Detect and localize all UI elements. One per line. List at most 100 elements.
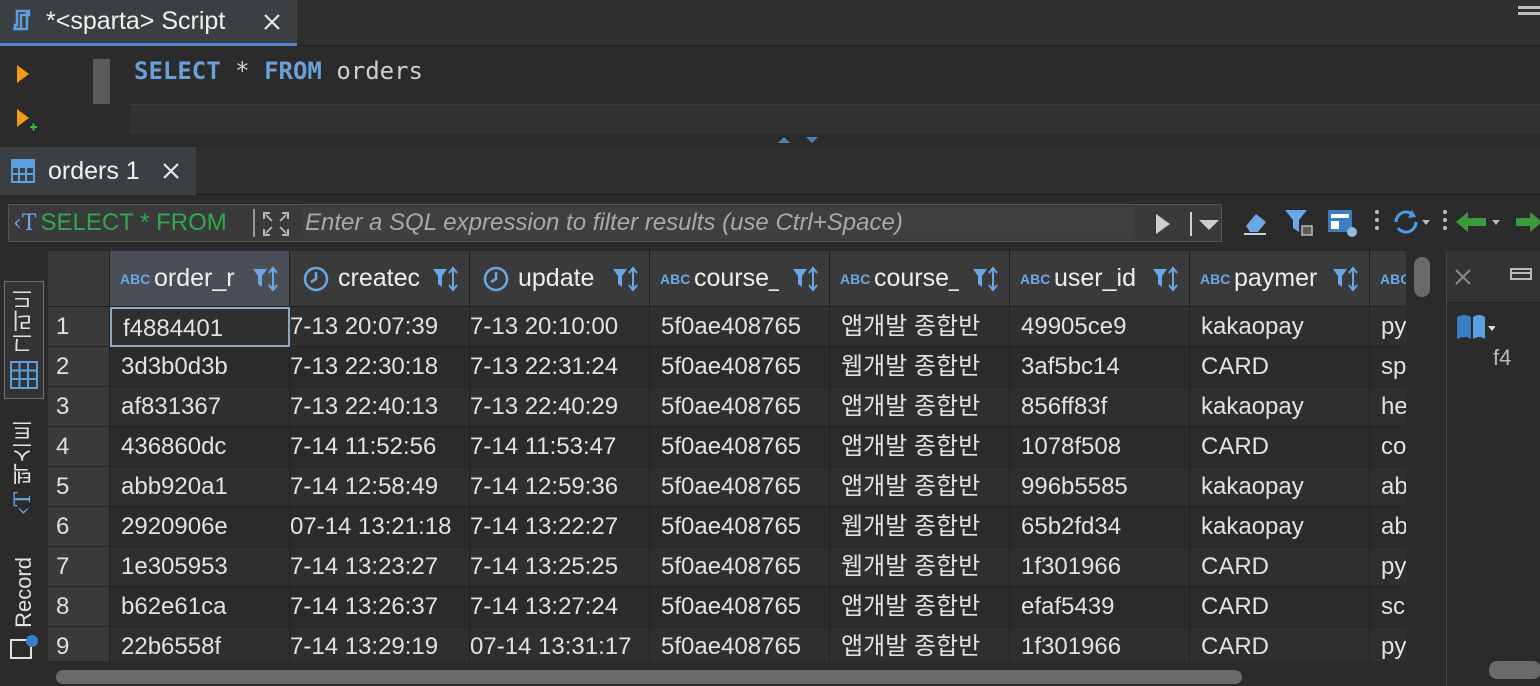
splitter-toggle-icon[interactable] bbox=[776, 135, 822, 145]
updated-at-cell[interactable]: 7-14 12:59:36 bbox=[470, 467, 650, 507]
payment-method-cell[interactable]: CARD bbox=[1190, 587, 1370, 627]
extra-column-cell[interactable]: sc bbox=[1370, 587, 1406, 627]
course-title-cell[interactable]: 앱개발 종합반 bbox=[830, 387, 1010, 427]
back-arrow-icon[interactable] bbox=[1454, 206, 1506, 238]
execute-statement-icon[interactable] bbox=[14, 62, 34, 86]
scrollbar-thumb[interactable] bbox=[1414, 257, 1430, 297]
order-id-cell[interactable]: 3d3b0d3b bbox=[110, 347, 290, 387]
course-title-cell[interactable]: 앱개발 종합반 bbox=[830, 587, 1010, 627]
course-id-cell[interactable]: 5f0ae408765 bbox=[650, 427, 830, 467]
row-number[interactable]: 1 bbox=[48, 307, 110, 347]
order-id-cell[interactable]: 436860dc bbox=[110, 427, 290, 467]
updated-at-cell[interactable]: 7-14 13:27:24 bbox=[470, 587, 650, 627]
order-id-cell[interactable]: abb920a1 bbox=[110, 467, 290, 507]
column-header[interactable]: ABC bbox=[1370, 251, 1406, 307]
column-header[interactable]: ABC user_id bbox=[1010, 251, 1190, 307]
row-number[interactable]: 8 bbox=[48, 587, 110, 627]
payment-method-cell[interactable]: CARD bbox=[1190, 627, 1370, 661]
payment-method-cell[interactable]: kakaopay bbox=[1190, 387, 1370, 427]
created-at-cell[interactable]: 7-14 11:52:56 bbox=[290, 427, 470, 467]
column-header[interactable]: ABC order_r bbox=[110, 251, 290, 307]
extra-column-cell[interactable]: he bbox=[1370, 387, 1406, 427]
extra-column-cell[interactable]: ab bbox=[1370, 507, 1406, 547]
user-id-cell[interactable]: 856ff83f bbox=[1010, 387, 1190, 427]
user-id-cell[interactable]: efaf5439 bbox=[1010, 587, 1190, 627]
filter-sort-icon[interactable] bbox=[971, 265, 1001, 293]
filter-sort-icon[interactable] bbox=[1331, 265, 1361, 293]
sql-statement[interactable]: SELECT * FROM orders bbox=[134, 57, 423, 85]
created-at-cell[interactable]: 7-13 22:40:13 bbox=[290, 387, 470, 427]
filter-settings-icon[interactable] bbox=[1282, 206, 1314, 238]
extra-column-cell[interactable]: py bbox=[1370, 627, 1406, 661]
user-id-cell[interactable]: 1f301966 bbox=[1010, 627, 1190, 661]
created-at-cell[interactable]: 7-14 13:26:37 bbox=[290, 587, 470, 627]
extra-column-cell[interactable]: ab bbox=[1370, 467, 1406, 507]
results-tab-orders[interactable]: orders 1 bbox=[0, 147, 196, 195]
course-title-cell[interactable]: 웹개발 종합반 bbox=[830, 547, 1010, 587]
order-id-cell[interactable]: 2920906e bbox=[110, 507, 290, 547]
order-id-cell[interactable]: f4884401 bbox=[110, 307, 290, 347]
course-title-cell[interactable]: 앱개발 종합반 bbox=[830, 627, 1010, 661]
course-id-cell[interactable]: 5f0ae408765 bbox=[650, 387, 830, 427]
column-header[interactable]: createc bbox=[290, 251, 470, 307]
book-icon[interactable] bbox=[1455, 313, 1495, 343]
column-header[interactable]: update bbox=[470, 251, 650, 307]
course-id-cell[interactable]: 5f0ae408765 bbox=[650, 547, 830, 587]
extra-column-cell[interactable]: py bbox=[1370, 547, 1406, 587]
tab-record[interactable]: Record bbox=[4, 557, 44, 686]
row-number[interactable]: 2 bbox=[48, 347, 110, 387]
course-id-cell[interactable]: 5f0ae408765 bbox=[650, 627, 830, 661]
created-at-cell[interactable]: 7-14 13:29:19 bbox=[290, 627, 470, 661]
updated-at-cell[interactable]: 07-14 13:31:17 bbox=[470, 627, 650, 661]
row-number[interactable]: 7 bbox=[48, 547, 110, 587]
course-id-cell[interactable]: 5f0ae408765 bbox=[650, 307, 830, 347]
close-icon[interactable] bbox=[160, 160, 182, 182]
course-id-cell[interactable]: 5f0ae408765 bbox=[650, 507, 830, 547]
updated-at-cell[interactable]: 7-13 22:40:29 bbox=[470, 387, 650, 427]
vertical-scrollbar[interactable] bbox=[1408, 251, 1436, 661]
user-id-cell[interactable]: 1f301966 bbox=[1010, 547, 1190, 587]
updated-at-cell[interactable]: 7-14 11:53:47 bbox=[470, 427, 650, 467]
updated-at-cell[interactable]: 7-14 13:25:25 bbox=[470, 547, 650, 587]
course-id-cell[interactable]: 5f0ae408765 bbox=[650, 347, 830, 387]
created-at-cell[interactable]: 7-13 22:30:18 bbox=[290, 347, 470, 387]
created-at-cell[interactable]: 7-13 20:07:39 bbox=[290, 307, 470, 347]
filter-sort-icon[interactable] bbox=[431, 265, 461, 293]
expand-editor-icon[interactable] bbox=[261, 210, 291, 238]
user-id-cell[interactable]: 996b5585 bbox=[1010, 467, 1190, 507]
payment-method-cell[interactable]: kakaopay bbox=[1190, 467, 1370, 507]
created-at-cell[interactable]: 7-14 13:23:27 bbox=[290, 547, 470, 587]
updated-at-cell[interactable]: 7-14 13:22:27 bbox=[470, 507, 650, 547]
course-title-cell[interactable]: 앱개발 종합반 bbox=[830, 307, 1010, 347]
extra-column-cell[interactable]: py bbox=[1370, 307, 1406, 347]
course-title-cell[interactable]: 웹개발 종합반 bbox=[830, 347, 1010, 387]
payment-method-cell[interactable]: CARD bbox=[1190, 547, 1370, 587]
filter-sort-icon[interactable] bbox=[251, 265, 281, 293]
extra-column-cell[interactable]: co bbox=[1370, 427, 1406, 467]
filter-sort-icon[interactable] bbox=[611, 265, 641, 293]
course-title-cell[interactable]: 앱개발 종합반 bbox=[830, 467, 1010, 507]
scrollbar-thumb[interactable] bbox=[1489, 661, 1540, 679]
results-grid[interactable]: ABC order_r createc update ABC course_ ABC cour… bbox=[48, 251, 1406, 661]
column-header[interactable]: ABC course_ bbox=[830, 251, 1010, 307]
order-id-cell[interactable]: b62e61ca bbox=[110, 587, 290, 627]
user-id-cell[interactable]: 49905ce9 bbox=[1010, 307, 1190, 347]
apply-filter-icon[interactable] bbox=[1151, 210, 1175, 238]
row-number[interactable]: 4 bbox=[48, 427, 110, 467]
minimize-icon[interactable] bbox=[1509, 267, 1533, 281]
tab-text[interactable]: 텍스트 ‹T bbox=[4, 419, 44, 529]
payment-method-cell[interactable]: CARD bbox=[1190, 347, 1370, 387]
column-header[interactable]: ABC paymer bbox=[1190, 251, 1370, 307]
eraser-icon[interactable] bbox=[1240, 206, 1272, 238]
course-id-cell[interactable]: 5f0ae408765 bbox=[650, 467, 830, 507]
updated-at-cell[interactable]: 7-13 22:31:24 bbox=[470, 347, 650, 387]
sql-editor[interactable]: SELECT * FROM orders bbox=[0, 47, 1540, 143]
user-id-cell[interactable]: 65b2fd34 bbox=[1010, 507, 1190, 547]
course-title-cell[interactable]: 앱개발 종합반 bbox=[830, 427, 1010, 467]
created-at-cell[interactable]: 7-14 12:58:49 bbox=[290, 467, 470, 507]
order-id-cell[interactable]: 1e305953 bbox=[110, 547, 290, 587]
order-id-cell[interactable]: 22b6558f bbox=[110, 627, 290, 661]
grid-corner[interactable] bbox=[48, 251, 110, 307]
close-icon[interactable] bbox=[1451, 265, 1475, 289]
course-id-cell[interactable]: 5f0ae408765 bbox=[650, 587, 830, 627]
